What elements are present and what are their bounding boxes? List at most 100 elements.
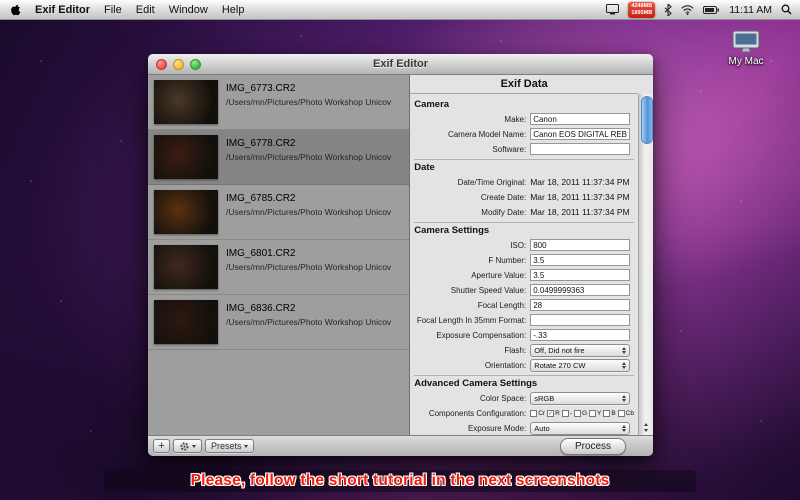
bluetooth-icon[interactable]	[664, 4, 672, 16]
file-meta: IMG_6785.CR2/Users/mn/Pictures/Photo Wor…	[226, 190, 391, 234]
form-row: Exposure Mode:Auto	[414, 421, 634, 435]
form-row: Make:	[414, 112, 634, 126]
file-thumbnail	[154, 135, 218, 179]
checkbox-box	[603, 410, 610, 417]
file-list-item[interactable]: IMG_6773.CR2/Users/mn/Pictures/Photo Wor…	[148, 75, 409, 130]
scrollbar[interactable]	[638, 94, 653, 435]
window-titlebar[interactable]: Exif Editor	[148, 54, 653, 75]
field-popup[interactable]: sRGB	[530, 392, 630, 405]
form-row: Shutter Speed Value:	[414, 283, 634, 297]
form-row: Color Space:sRGB	[414, 391, 634, 405]
field-input[interactable]	[530, 329, 630, 341]
presets-label: Presets	[211, 441, 242, 451]
form-row: Create Date:Mar 18, 2011 11:37:34 PM	[414, 190, 634, 204]
field-input[interactable]	[530, 269, 630, 281]
file-list: IMG_6773.CR2/Users/mn/Pictures/Photo Wor…	[148, 75, 410, 435]
my-mac-display-icon	[731, 30, 761, 54]
memory-badge-used: 1895MB	[631, 10, 652, 17]
file-meta: IMG_6801.CR2/Users/mn/Pictures/Photo Wor…	[226, 245, 391, 289]
popup-value: Auto	[534, 424, 618, 433]
file-list-item[interactable]: IMG_6778.CR2/Users/mn/Pictures/Photo Wor…	[148, 130, 409, 185]
field-input[interactable]	[530, 128, 630, 140]
form-row: Focal Length In 35mm Format:	[414, 313, 634, 327]
field-input[interactable]	[530, 284, 630, 296]
field-popup[interactable]: Auto	[530, 422, 630, 435]
form-row: Date/Time Original:Mar 18, 2011 11:37:34…	[414, 175, 634, 189]
field-popup[interactable]: Rotate 270 CW	[530, 359, 630, 372]
spotlight-icon[interactable]	[781, 4, 792, 15]
file-meta: IMG_6836.CR2/Users/mn/Pictures/Photo Wor…	[226, 300, 391, 344]
tutorial-banner-text: Please, follow the short tutorial in the…	[191, 472, 610, 490]
checkbox-label: Cr	[538, 410, 545, 417]
field-value: Mar 18, 2011 11:37:34 PM	[530, 207, 629, 217]
scrollbar-thumb[interactable]	[641, 96, 653, 144]
field-input[interactable]	[530, 239, 630, 251]
field-label: F Number:	[414, 256, 530, 265]
checkbox[interactable]: ✓R	[547, 410, 560, 417]
close-button[interactable]	[156, 59, 167, 70]
exif-form: CameraMake:Camera Model Name:Software:Da…	[410, 94, 638, 435]
minimize-button[interactable]	[173, 59, 184, 70]
popup-down-icon	[622, 351, 626, 354]
menu-edit[interactable]: Edit	[136, 4, 155, 16]
file-path: /Users/mn/Pictures/Photo Workshop Unicov	[226, 317, 391, 327]
components-checkboxes: Cr✓R-G YBCb	[530, 410, 634, 417]
presets-button[interactable]: Presets	[205, 439, 254, 453]
file-meta: IMG_6778.CR2/Users/mn/Pictures/Photo Wor…	[226, 135, 391, 179]
popup-arrows-icon	[618, 362, 629, 369]
battery-icon[interactable]	[703, 6, 720, 14]
field-input[interactable]	[530, 299, 630, 311]
field-label: Date/Time Original:	[414, 178, 530, 187]
field-label: Make:	[414, 115, 530, 124]
checkbox[interactable]: B	[603, 410, 615, 417]
popup-arrows-icon	[618, 347, 629, 354]
menu-window[interactable]: Window	[169, 4, 208, 16]
field-label: Focal Length:	[414, 301, 530, 310]
menu-help[interactable]: Help	[222, 4, 245, 16]
checkbox[interactable]: -	[562, 410, 572, 417]
apple-menu-icon[interactable]	[10, 3, 21, 16]
checkbox[interactable]: Y	[589, 410, 601, 417]
wifi-icon[interactable]	[681, 5, 694, 15]
scroll-up-icon[interactable]	[644, 423, 648, 426]
file-name: IMG_6801.CR2	[226, 248, 391, 259]
zoom-button[interactable]	[190, 59, 201, 70]
scroll-down-icon[interactable]	[644, 429, 648, 432]
field-label: Software:	[414, 145, 530, 154]
chevron-down-icon	[192, 445, 196, 448]
tutorial-banner: Please, follow the short tutorial in the…	[104, 470, 696, 492]
file-list-item[interactable]: IMG_6836.CR2/Users/mn/Pictures/Photo Wor…	[148, 295, 409, 350]
field-label: Orientation:	[414, 361, 530, 370]
checkbox-label: Y	[597, 410, 601, 417]
desktop-icon-my-mac[interactable]: My Mac	[714, 30, 778, 67]
checkbox[interactable]: Cr	[530, 410, 545, 417]
file-list-item[interactable]: IMG_6801.CR2/Users/mn/Pictures/Photo Wor…	[148, 240, 409, 295]
file-path: /Users/mn/Pictures/Photo Workshop Unicov	[226, 207, 391, 217]
popup-down-icon	[622, 429, 626, 432]
field-input[interactable]	[530, 254, 630, 266]
file-name: IMG_6773.CR2	[226, 83, 391, 94]
field-input[interactable]	[530, 113, 630, 125]
menubar-clock[interactable]: 11:11 AM	[729, 4, 772, 16]
file-list-item[interactable]: IMG_6785.CR2/Users/mn/Pictures/Photo Wor…	[148, 185, 409, 240]
field-input[interactable]	[530, 143, 630, 155]
add-file-button[interactable]: +	[153, 439, 170, 453]
checkbox[interactable]: G	[574, 410, 587, 417]
menu-app-name[interactable]: Exif Editor	[35, 4, 90, 16]
exif-panel: Exif Data CameraMake:Camera Model Name:S…	[410, 75, 653, 435]
display-menu-icon[interactable]	[606, 4, 619, 15]
file-name: IMG_6785.CR2	[226, 193, 391, 204]
popup-up-icon	[622, 362, 626, 365]
field-label: Components Configuration:	[414, 409, 530, 418]
popup-value: sRGB	[534, 394, 618, 403]
action-menu-button[interactable]	[173, 439, 202, 453]
menu-file[interactable]: File	[104, 4, 122, 16]
memory-badge[interactable]: 4248MB 1895MB	[628, 2, 655, 18]
form-row: Focal Length:	[414, 298, 634, 312]
process-button[interactable]: Process	[560, 438, 626, 455]
checkbox[interactable]: Cb	[618, 410, 634, 417]
field-input[interactable]	[530, 314, 630, 326]
checkbox-box	[618, 410, 625, 417]
field-popup[interactable]: Off, Did not fire	[530, 344, 630, 357]
popup-up-icon	[622, 347, 626, 350]
